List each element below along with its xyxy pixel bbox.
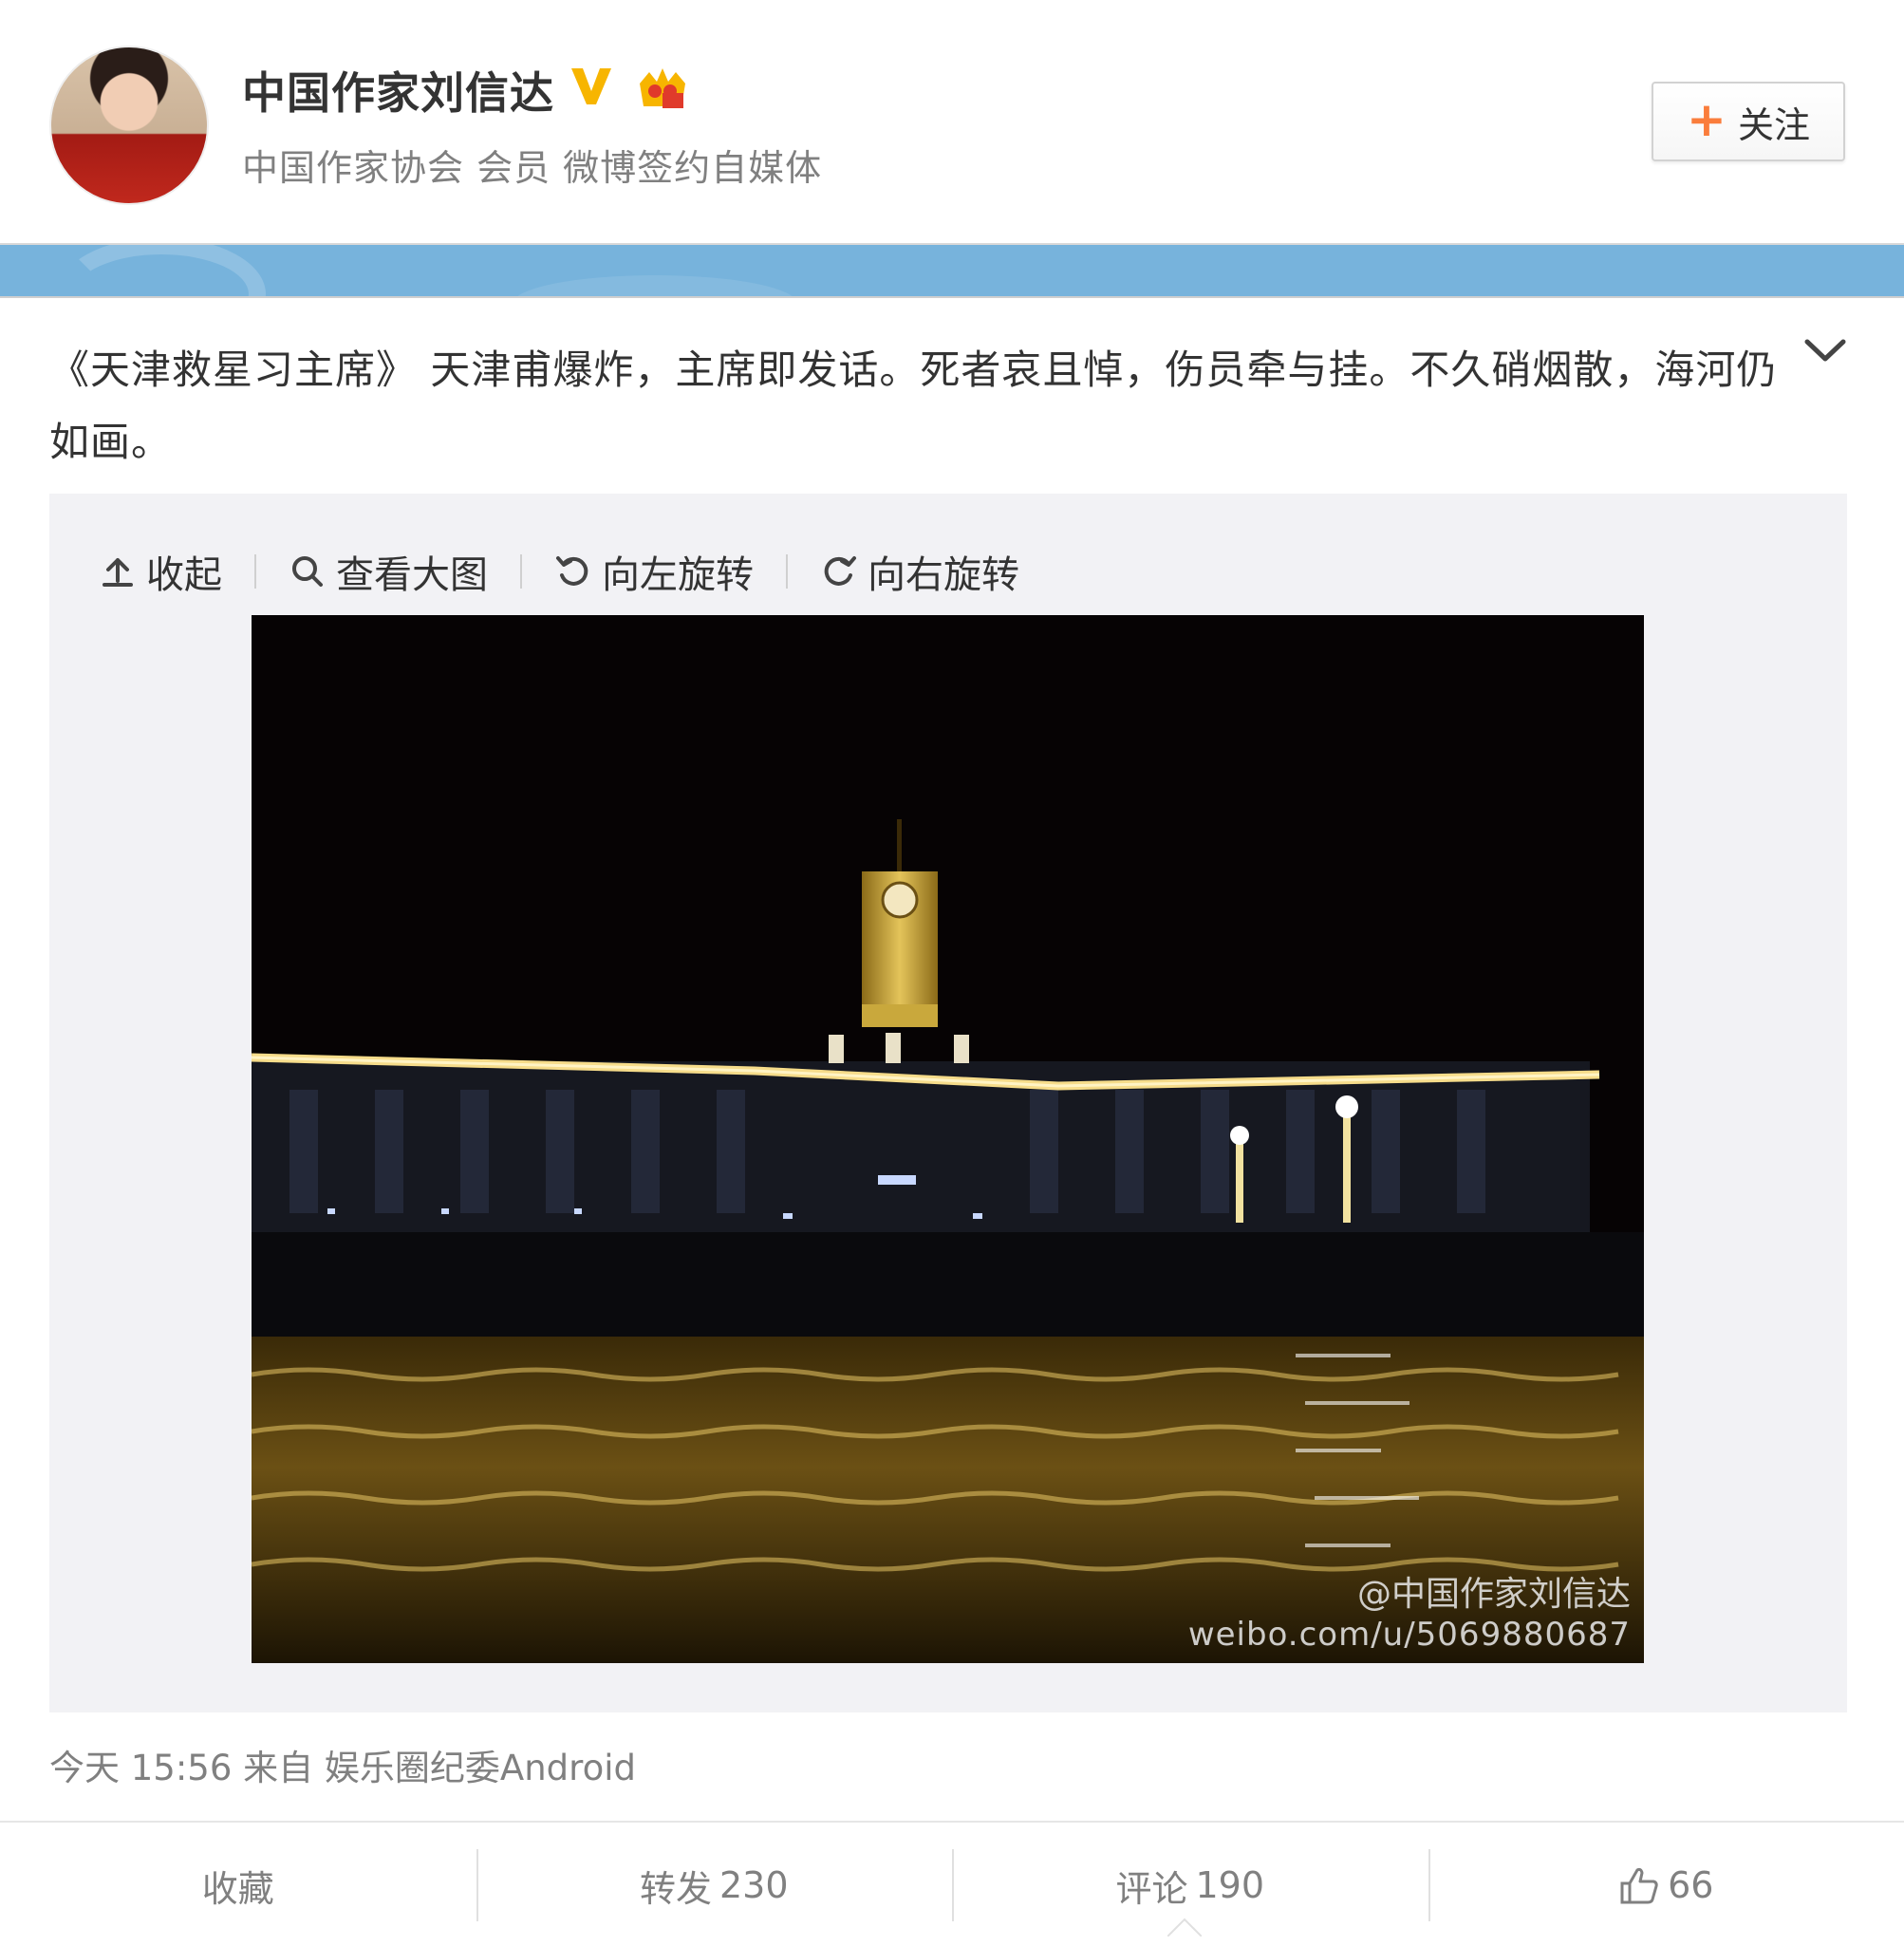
toolbar-divider xyxy=(520,554,522,589)
toolbar-divider xyxy=(786,554,788,589)
view-large-button[interactable]: 查看大图 xyxy=(289,544,488,599)
post-photo[interactable]: @中国作家刘信达 weibo.com/u/5069880687 xyxy=(252,615,1644,1663)
thumbs-up-icon xyxy=(1620,1867,1658,1904)
rotate-left-label: 向左旋转 xyxy=(602,553,754,597)
watermark-url: weibo.com/u/5069880687 xyxy=(1187,1616,1631,1654)
arrow-up-icon xyxy=(103,558,133,587)
avatar[interactable] xyxy=(49,46,209,205)
rotate-left-icon xyxy=(556,556,588,586)
profile-header: 中国作家刘信达 中国作家协会 会员 微博签约自媒体 + 关注 xyxy=(0,0,1904,245)
repost-label: 转发 xyxy=(639,1867,712,1910)
vip-crown-icon xyxy=(640,68,685,108)
user-description: 中国作家协会 会员 微博签约自媒体 xyxy=(242,147,823,189)
rotate-left-button[interactable]: 向左旋转 xyxy=(554,544,754,599)
follow-label: 关注 xyxy=(1737,103,1810,146)
rotate-right-label: 向右旋转 xyxy=(868,553,1019,597)
view-large-label: 查看大图 xyxy=(336,553,488,597)
favorite-button[interactable]: 收藏 xyxy=(0,1823,476,1946)
watermark-name: @中国作家刘信达 xyxy=(1356,1575,1631,1614)
toolbar-divider xyxy=(254,554,256,589)
comment-pointer-caret xyxy=(1167,1918,1202,1937)
collapse-button[interactable]: 收起 xyxy=(99,544,222,599)
user-name[interactable]: 中国作家刘信达 xyxy=(242,59,554,122)
post-source[interactable]: 娱乐圈纪委Android xyxy=(325,1748,636,1788)
plus-icon: + xyxy=(1687,92,1727,147)
repost-count: 230 xyxy=(719,1864,789,1906)
repost-button[interactable]: 转发 230 xyxy=(476,1823,953,1946)
verified-icon xyxy=(571,68,611,104)
photo-watermark: @中国作家刘信达 weibo.com/u/5069880687 xyxy=(1188,1566,1631,1654)
media-toolbar: 收起 查看大图 向左旋转 向右旋转 xyxy=(99,543,1019,600)
comment-count: 190 xyxy=(1195,1864,1265,1906)
follow-button[interactable]: + 关注 xyxy=(1652,82,1845,161)
post-card: 《天津救星习主席》 天津甫爆炸，主席即发话。死者哀且悼，伤员牵与挂。不久硝烟散，… xyxy=(0,296,1904,1946)
like-count: 66 xyxy=(1668,1864,1714,1906)
rotate-right-icon xyxy=(824,556,856,586)
post-time[interactable]: 今天 15:56 xyxy=(49,1748,232,1788)
comment-label: 评论 xyxy=(1115,1867,1188,1910)
search-icon xyxy=(292,556,323,587)
post-meta: 今天 15:56 来自 娱乐圈纪委Android xyxy=(49,1739,636,1790)
action-bar: 收藏 转发 230 评论 190 66 xyxy=(0,1821,1904,1946)
post-text: 《天津救星习主席》 天津甫爆炸，主席即发话。死者哀且悼，伤员牵与挂。不久硝烟散，… xyxy=(49,346,1778,465)
night-station-image xyxy=(252,615,1644,1663)
media-viewer: 收起 查看大图 向左旋转 向右旋转 @中国作家刘信达 weibo.com/u/5… xyxy=(49,494,1847,1712)
collapse-label: 收起 xyxy=(146,553,222,597)
like-button[interactable]: 66 xyxy=(1428,1823,1904,1946)
rotate-right-button[interactable]: 向右旋转 xyxy=(820,544,1019,599)
chevron-down-icon[interactable] xyxy=(1803,336,1847,365)
from-label: 来自 xyxy=(243,1748,314,1788)
favorite-label: 收藏 xyxy=(201,1867,274,1910)
